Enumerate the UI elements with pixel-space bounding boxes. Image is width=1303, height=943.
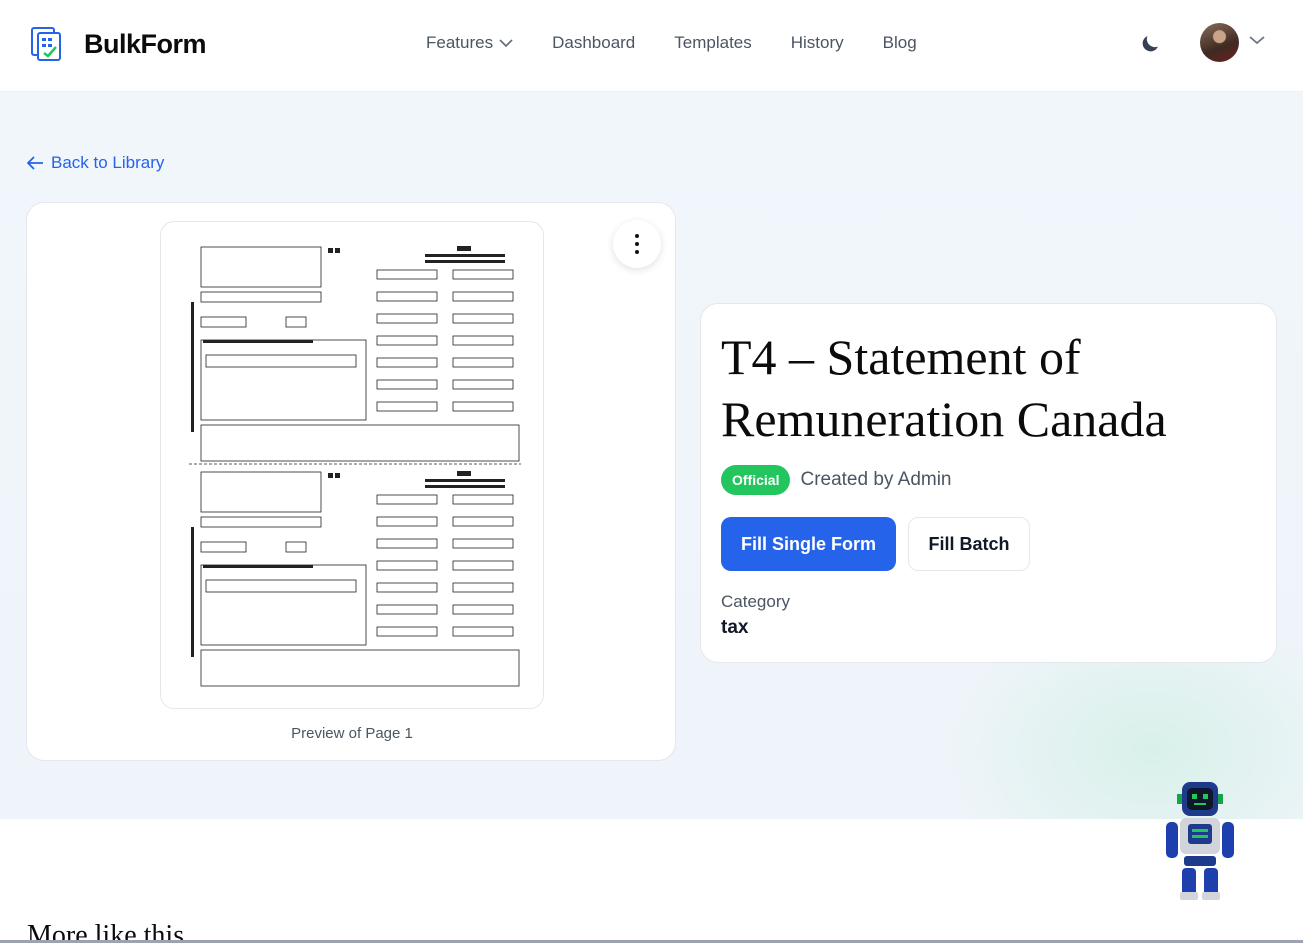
form-meta: Official Created by Admin	[721, 465, 952, 495]
back-to-library-link[interactable]: Back to Library	[27, 153, 164, 173]
t4-form-thumbnail	[189, 246, 521, 687]
nav-dashboard[interactable]: Dashboard	[552, 33, 635, 53]
more-options-button[interactable]	[613, 220, 661, 268]
form-preview-image[interactable]	[160, 221, 544, 709]
kebab-menu-icon	[635, 234, 639, 254]
nav-templates[interactable]: Templates	[674, 33, 751, 53]
avatar[interactable]	[1200, 23, 1239, 62]
category-label: Category	[721, 592, 790, 611]
nav-features[interactable]: Features	[426, 33, 513, 53]
hero-section: Back to Library Preview of Page 1 T4 – S…	[0, 92, 1303, 819]
chevron-down-icon	[499, 39, 513, 48]
nav-dashboard-label: Dashboard	[552, 33, 636, 52]
arrow-left-icon	[27, 156, 43, 170]
nav-history[interactable]: History	[791, 33, 844, 53]
robot-assistant-icon[interactable]	[1160, 780, 1240, 905]
created-by-text: Created by Admin	[800, 469, 952, 490]
brand-name: BulkForm	[84, 28, 207, 59]
form-info-card: T4 – Statement of Remuneration Canada Of…	[700, 303, 1277, 663]
back-link-label: Back to Library	[51, 153, 165, 172]
nav-features-label: Features	[426, 33, 494, 52]
fill-batch-button[interactable]: Fill Batch	[908, 517, 1030, 571]
preview-caption: Preview of Page 1	[291, 725, 413, 742]
nav-blog[interactable]: Blog	[883, 33, 917, 53]
category-value: tax	[721, 617, 749, 638]
form-title: T4 – Statement of Remuneration Canada	[721, 329, 1167, 447]
logo-icon	[31, 27, 61, 61]
nav-history-label: History	[790, 33, 844, 52]
official-badge: Official	[721, 465, 791, 495]
nav-templates-label: Templates	[674, 33, 752, 52]
preview-card: Preview of Page 1	[26, 202, 676, 761]
nav-blog-label: Blog	[882, 33, 917, 52]
main-nav: Features Dashboard Templates History Blo…	[426, 33, 956, 53]
chevron-down-icon[interactable]	[1249, 35, 1265, 45]
brand-logo[interactable]: BulkForm	[30, 26, 207, 62]
fill-single-form-button[interactable]: Fill Single Form	[721, 517, 896, 571]
moon-icon[interactable]	[1138, 32, 1162, 56]
top-header: BulkForm Features Dashboard Templates Hi…	[0, 0, 1303, 92]
